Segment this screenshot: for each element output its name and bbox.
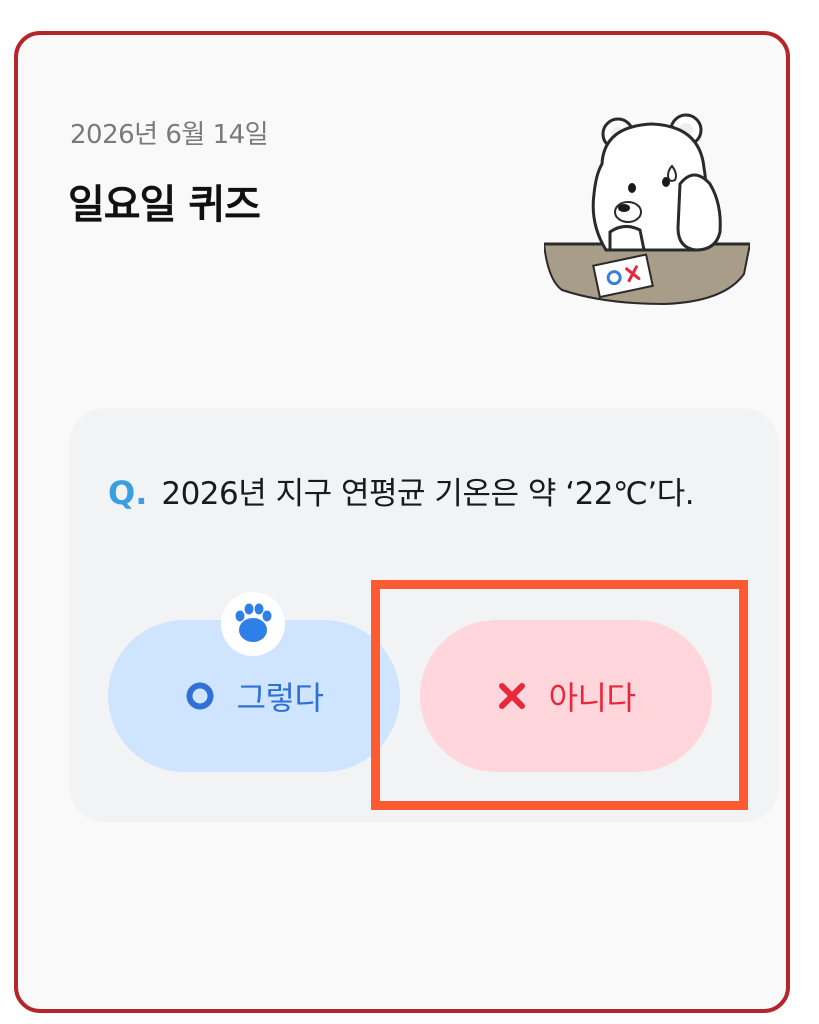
answer-yes-label: 그렇다 <box>236 679 324 717</box>
question-marker: Q. <box>108 474 148 512</box>
page-title: 일요일 퀴즈 <box>68 182 261 228</box>
circle-o-icon <box>186 682 214 710</box>
selection-highlight-box <box>371 580 748 810</box>
paw-badge <box>221 592 285 656</box>
paw-icon <box>235 603 272 642</box>
quiz-question: Q. 2026년 지구 연평균 기온은 약 ‘22℃’다. <box>108 468 695 513</box>
question-text: 2026년 지구 연평균 기온은 약 ‘22℃’다. <box>161 476 695 512</box>
quiz-date: 2026년 6월 14일 <box>70 120 269 150</box>
bear-mascot-illustration <box>544 113 750 306</box>
